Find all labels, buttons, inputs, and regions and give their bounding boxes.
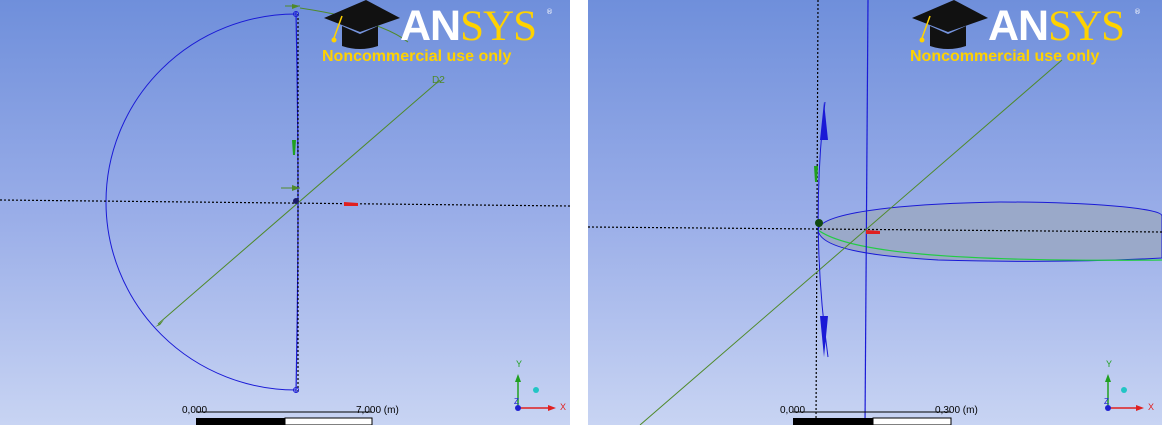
scale-bar-black (196, 418, 285, 425)
scale-start-label: 0,000 (182, 405, 208, 416)
brand-an: AN (400, 2, 461, 50)
triad-x-arrow (548, 405, 556, 411)
registered-mark: ® (546, 8, 553, 16)
x-direction-marker (344, 202, 358, 206)
origin-point[interactable] (293, 198, 299, 204)
center-dimension-arrow (292, 185, 300, 191)
triad-x-label: X (1148, 402, 1155, 412)
noncommercial-notice: Noncommercial use only (322, 48, 512, 65)
triad-z-label: Z (1104, 397, 1109, 406)
dimension-arrow-start (155, 320, 164, 327)
triad-iso-ball[interactable] (1121, 387, 1127, 393)
triad-iso-ball[interactable] (533, 387, 539, 393)
brand-an: AN (988, 2, 1049, 50)
triad-z-label: Z (514, 397, 519, 406)
graduation-cap-icon (912, 0, 988, 49)
scale-bar-white (872, 417, 952, 425)
brand-sys: SYS (460, 3, 537, 50)
scale-bar-black (793, 418, 873, 425)
viewport-separator (570, 0, 588, 425)
triad-y-arrow (1105, 374, 1111, 382)
y-direction-marker (814, 166, 818, 182)
upper-arc-marker (820, 102, 828, 140)
scale-start-label: 0,000 (780, 405, 806, 416)
scale-end-label: 0,300 (m) (935, 405, 978, 416)
triad-y-arrow (515, 374, 521, 382)
noncommercial-notice: Noncommercial use only (910, 48, 1100, 65)
scale-end-label: 7,000 (m) (356, 405, 399, 416)
triad-x-label: X (560, 402, 567, 412)
brand-sys: SYS (1048, 3, 1125, 50)
graduation-cap-icon (324, 0, 400, 49)
registered-mark: ® (1134, 8, 1141, 16)
left-graphics-viewport[interactable]: D2 ANSYS ® Noncommercial use only 0,000 … (0, 0, 570, 425)
triad-y-label: Y (1106, 359, 1113, 369)
scale-bar-white (284, 417, 373, 425)
triad-x-arrow (1136, 405, 1144, 411)
origin-point[interactable] (815, 219, 823, 227)
right-graphics-viewport[interactable]: ANSYS ® Noncommercial use only 0,000 0,3… (588, 0, 1162, 425)
horizontal-axis-line (0, 199, 570, 207)
y-direction-marker (292, 140, 296, 155)
dimension-tag[interactable]: D2 (432, 75, 445, 86)
triad-y-label: Y (516, 359, 523, 369)
